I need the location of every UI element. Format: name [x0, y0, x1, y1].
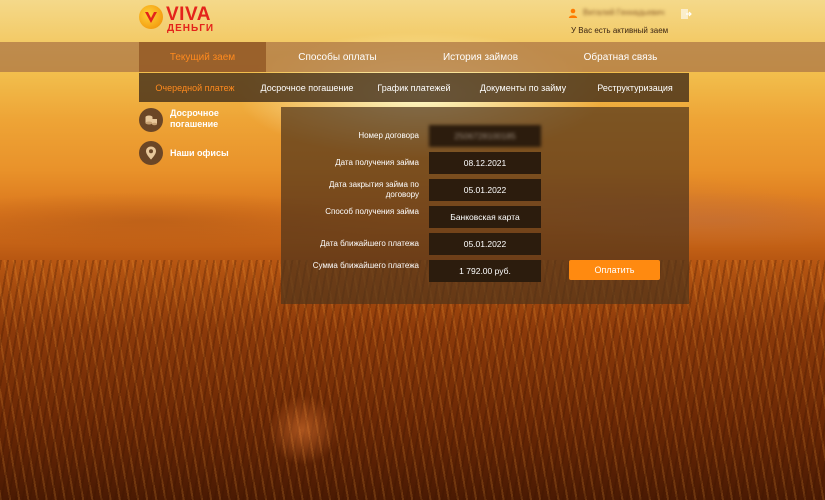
- loan-row-close-date: Дата закрытия займа по договору 05.01.20…: [281, 179, 689, 201]
- row-label: Способ получения займа: [325, 207, 419, 216]
- loan-row-contract-number: Номер договора 2506728100185: [281, 125, 689, 147]
- row-value: 05.01.2022: [429, 233, 541, 255]
- row-value: 08.12.2021: [429, 152, 541, 174]
- subtab-early-repayment[interactable]: Досрочное погашение: [251, 73, 363, 102]
- row-label: Дата ближайшего платежа: [320, 239, 419, 248]
- row-label: Дата получения займа: [335, 158, 419, 167]
- loan-details-panel: Номер договора 2506728100185 Дата получе…: [281, 107, 689, 304]
- subtab-loan-documents[interactable]: Документы по займу: [465, 73, 581, 102]
- loan-row-issue-date: Дата получения займа 08.12.2021: [281, 152, 689, 174]
- side-link-our-offices[interactable]: Наши офисы: [139, 141, 240, 165]
- loan-row-next-payment-date: Дата ближайшего платежа 05.01.2022: [281, 233, 689, 255]
- side-link-label: Досрочное погашение: [170, 108, 219, 129]
- row-label: Дата закрытия займа по договору: [329, 180, 419, 199]
- tab-feedback[interactable]: Обратная связь: [552, 42, 689, 72]
- coins-icon: [139, 108, 163, 132]
- user-icon: [568, 8, 578, 18]
- sub-navigation: Очередной платеж Досрочное погашение Гра…: [139, 73, 689, 102]
- user-block[interactable]: Виталий Геннадьевич У Вас есть активный …: [566, 6, 696, 36]
- row-value: 2506728100185: [429, 125, 541, 147]
- main-navigation: Текущий заем Способы оплаты История займ…: [0, 42, 825, 72]
- row-value: 05.01.2022: [429, 179, 541, 201]
- row-label: Номер договора: [358, 131, 419, 140]
- logo-v-icon: [139, 5, 163, 29]
- tab-payment-methods[interactable]: Способы оплаты: [266, 42, 409, 72]
- loan-row-receipt-method: Способ получения займа Банковская карта: [281, 206, 689, 228]
- viva-logo[interactable]: VIVA ДЕНЬГИ: [139, 4, 229, 37]
- subtab-next-payment[interactable]: Очередной платеж: [139, 73, 251, 102]
- subtab-restructuring[interactable]: Реструктуризация: [581, 73, 689, 102]
- row-label: Сумма ближайшего платежа: [312, 261, 419, 270]
- logo-subtext: ДЕНЬГИ: [167, 23, 215, 34]
- user-status: У Вас есть активный заем: [571, 26, 669, 35]
- side-link-early-repayment[interactable]: Досрочное погашение: [139, 108, 240, 132]
- side-link-label: Наши офисы: [170, 148, 229, 158]
- tab-current-loan[interactable]: Текущий заем: [139, 42, 266, 72]
- background-lens-flare: [268, 395, 338, 465]
- row-value: 1 792.00 руб.: [429, 260, 541, 282]
- user-name[interactable]: Виталий Геннадьевич: [583, 8, 664, 17]
- tab-loan-history[interactable]: История займов: [409, 42, 552, 72]
- pay-button[interactable]: Оплатить: [569, 260, 660, 280]
- logout-icon[interactable]: [680, 8, 692, 20]
- subtab-payment-schedule[interactable]: График платежей: [363, 73, 465, 102]
- map-pin-icon: [139, 141, 163, 165]
- row-value: Банковская карта: [429, 206, 541, 228]
